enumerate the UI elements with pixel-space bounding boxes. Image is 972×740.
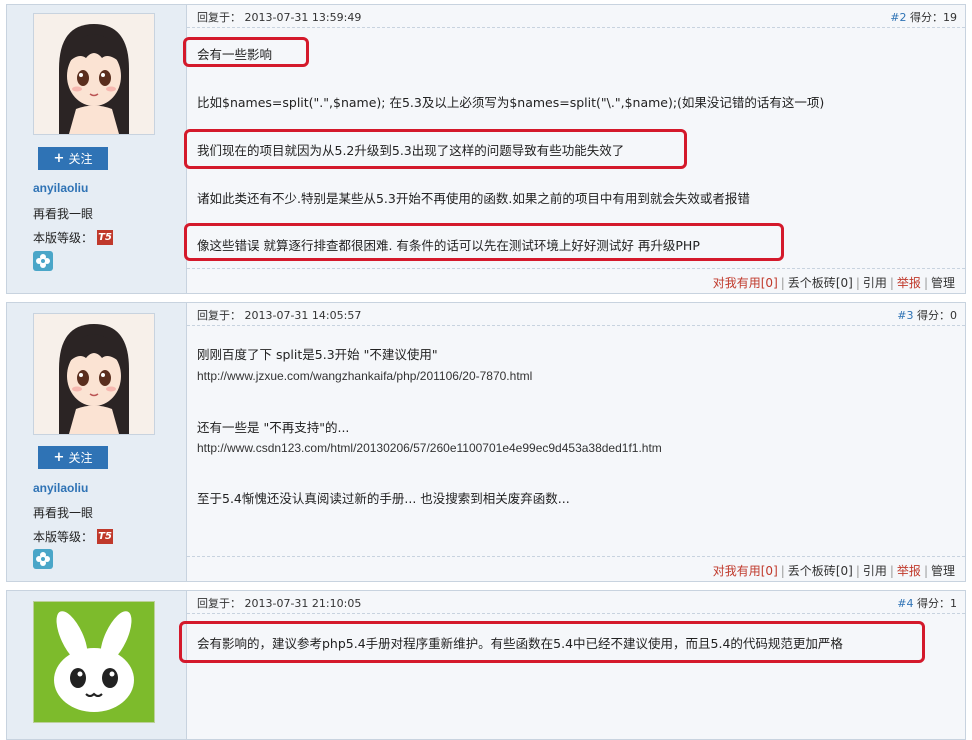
manage-button[interactable]: 管理 xyxy=(931,276,955,290)
timestamp: 2013-07-31 13:59:49 xyxy=(244,11,362,24)
score-value: 1 xyxy=(950,597,957,610)
report-button[interactable]: 举报 xyxy=(897,276,921,290)
post-actions: 对我有用[0] | 丢个板砖[0] | 引用 | 举报 | 管理 xyxy=(713,562,955,579)
floor-link[interactable]: #3 xyxy=(897,309,913,322)
reference-link[interactable]: http://www.csdn123.com/html/20130206/57/… xyxy=(197,441,662,455)
divider: | xyxy=(889,564,894,578)
floor-score: #2 得分：19 xyxy=(890,9,957,25)
divider: | xyxy=(780,564,785,578)
post-line: 会有影响的，建议参考php5.4手册对程序重新维护。有些函数在5.4中已经不建议… xyxy=(197,636,843,651)
post-content: 回复于： 2013-07-31 13:59:49 #2 得分：19 会有一些影响… xyxy=(183,5,965,293)
brick-count: [0] xyxy=(835,276,853,290)
level-badge-icon: T5 xyxy=(97,529,114,544)
post-content: 回复于： 2013-07-31 14:05:57 #3 得分：0 刚刚百度了下 … xyxy=(187,303,965,581)
post-3: + 关注 anyilaoliu 再看我一眼 本版等级： T5 回复于： 2013… xyxy=(6,302,966,582)
rabbit-avatar-icon xyxy=(34,602,154,722)
post-line: 还有一些是 "不再支持"的... xyxy=(197,420,350,435)
follow-label: 关注 xyxy=(68,152,93,166)
post-line: 比如$names=split(".",$name); 在5.3及以上必须写为$n… xyxy=(197,95,825,110)
quote-button[interactable]: 引用 xyxy=(863,564,887,578)
avatar[interactable] xyxy=(33,313,155,435)
post-footer: 对我有用[0] | 丢个板砖[0] | 引用 | 举报 | 管理 xyxy=(187,556,965,581)
post-line: 会有一些影响 xyxy=(197,47,273,62)
username-link[interactable]: anyilaoliu xyxy=(33,481,88,495)
score-label: 得分： xyxy=(910,11,943,24)
reply-label: 回复于： xyxy=(197,309,241,322)
follow-button[interactable]: + 关注 xyxy=(38,147,108,170)
useful-label: 对我有用 xyxy=(712,564,761,578)
post-line: 诸如此类还有不少.特别是某些从5.3开始不再使用的函数.如果之前的项目中有用到就… xyxy=(197,191,750,206)
useful-count: [0] xyxy=(760,276,778,290)
brick-button[interactable]: 丢个板砖[0] xyxy=(788,564,853,578)
quote-button[interactable]: 引用 xyxy=(863,276,887,290)
user-panel: + 关注 anyilaoliu 再看我一眼 本版等级： T5 xyxy=(7,303,187,581)
brick-label: 丢个板砖 xyxy=(787,564,836,578)
post-4: 回复于： 2013-07-31 21:10:05 #4 得分：1 会有影响的，建… xyxy=(6,590,966,740)
plus-icon: + xyxy=(53,450,65,465)
floor-score: #4 得分：1 xyxy=(897,595,957,611)
avatar[interactable] xyxy=(33,13,155,135)
useful-button[interactable]: 对我有用[0] xyxy=(713,276,778,290)
look-again-link[interactable]: 再看我一眼 xyxy=(33,504,93,521)
flower-medal-icon xyxy=(33,549,53,569)
score-label: 得分： xyxy=(917,597,950,610)
post-line: 刚刚百度了下 split是5.3开始 "不建议使用" xyxy=(197,347,438,362)
brick-count: [0] xyxy=(835,564,853,578)
post-line: 至于5.4惭愧还没认真阅读过新的手册... 也没搜索到相关废弃函数... xyxy=(197,491,570,506)
post-header: 回复于： 2013-07-31 13:59:49 #2 得分：19 xyxy=(187,5,965,28)
level-label: 本版等级： xyxy=(33,231,94,245)
reference-link[interactable]: http://www.jzxue.com/wangzhankaifa/php/2… xyxy=(197,369,532,383)
divider: | xyxy=(855,276,860,290)
anime-girl-avatar-icon xyxy=(34,14,154,134)
reply-label: 回复于： xyxy=(197,597,241,610)
post-line: 我们现在的项目就因为从5.2升级到5.3出现了这样的问题导致有些功能失效了 xyxy=(197,143,625,158)
post-2: + 关注 anyilaoliu 再看我一眼 本版等级： T5 回复于： 2013… xyxy=(6,4,966,294)
useful-button[interactable]: 对我有用[0] xyxy=(713,564,778,578)
username-link[interactable]: anyilaoliu xyxy=(33,181,88,195)
post-content: 回复于： 2013-07-31 21:10:05 #4 得分：1 会有影响的，建… xyxy=(179,591,965,739)
score-value: 19 xyxy=(943,11,957,24)
post-header: 回复于： 2013-07-31 21:10:05 #4 得分：1 xyxy=(187,591,965,614)
post-footer: 对我有用[0] | 丢个板砖[0] | 引用 | 举报 | 管理 xyxy=(187,268,965,293)
timestamp: 2013-07-31 21:10:05 xyxy=(244,597,362,610)
floor-link[interactable]: #4 xyxy=(897,597,913,610)
level-badge-icon: T5 xyxy=(97,230,114,245)
anime-girl-avatar-icon xyxy=(34,314,154,434)
user-panel xyxy=(7,591,187,739)
flower-medal-icon xyxy=(33,251,53,271)
reply-time: 回复于： 2013-07-31 13:59:49 xyxy=(197,9,361,25)
report-button[interactable]: 举报 xyxy=(897,564,921,578)
divider: | xyxy=(855,564,860,578)
user-panel: + 关注 anyilaoliu 再看我一眼 本版等级： T5 xyxy=(7,5,187,293)
follow-label: 关注 xyxy=(68,451,93,465)
plus-icon: + xyxy=(53,151,65,166)
floor-score: #3 得分：0 xyxy=(897,307,957,323)
timestamp: 2013-07-31 14:05:57 xyxy=(244,309,362,322)
look-again-link[interactable]: 再看我一眼 xyxy=(33,205,93,222)
floor-link[interactable]: #2 xyxy=(890,11,906,24)
divider: | xyxy=(923,564,928,578)
brick-label: 丢个板砖 xyxy=(787,276,836,290)
manage-button[interactable]: 管理 xyxy=(931,564,955,578)
reply-time: 回复于： 2013-07-31 21:10:05 xyxy=(197,595,361,611)
divider: | xyxy=(780,276,785,290)
useful-label: 对我有用 xyxy=(712,276,761,290)
brick-button[interactable]: 丢个板砖[0] xyxy=(788,276,853,290)
level-row: 本版等级： T5 xyxy=(33,229,114,246)
post-line: 像这些错误 就算逐行排查都很困难. 有条件的话可以先在测试环境上好好测试好 再升… xyxy=(197,238,700,253)
score-value: 0 xyxy=(950,309,957,322)
useful-count: [0] xyxy=(760,564,778,578)
reply-time: 回复于： 2013-07-31 14:05:57 xyxy=(197,307,361,323)
post-header: 回复于： 2013-07-31 14:05:57 #3 得分：0 xyxy=(187,303,965,326)
reply-label: 回复于： xyxy=(197,11,241,24)
score-label: 得分： xyxy=(917,309,950,322)
avatar[interactable] xyxy=(33,601,155,723)
level-row: 本版等级： T5 xyxy=(33,528,114,545)
divider: | xyxy=(889,276,894,290)
divider: | xyxy=(923,276,928,290)
level-label: 本版等级： xyxy=(33,530,94,544)
follow-button[interactable]: + 关注 xyxy=(38,446,108,469)
post-actions: 对我有用[0] | 丢个板砖[0] | 引用 | 举报 | 管理 xyxy=(713,274,955,291)
